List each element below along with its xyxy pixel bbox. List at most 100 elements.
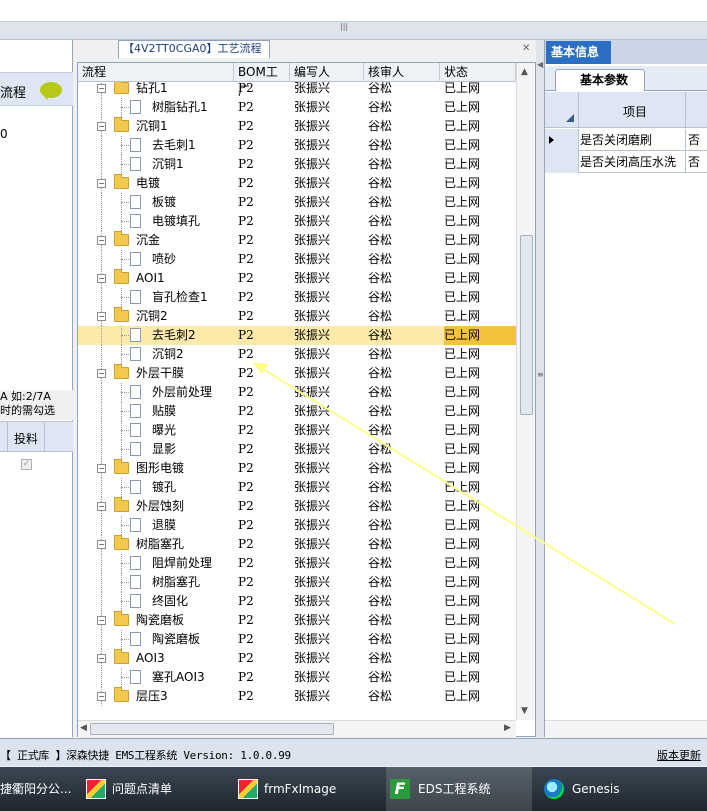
cell-status: 已上网: [444, 252, 481, 266]
table-row[interactable]: − 陶瓷磨板 P2 张振兴 谷松 已上网: [78, 611, 516, 630]
taskbar-item-branch[interactable]: 捷衢阳分公...: [0, 767, 78, 811]
table-row[interactable]: − 外层蚀刻 P2 张振兴 谷松 已上网: [78, 497, 516, 516]
param-key: 是否关闭高压水洗: [580, 151, 686, 173]
cell-status: 已上网: [444, 499, 481, 513]
table-row[interactable]: − AOI3 P2 张振兴 谷松 已上网: [78, 649, 516, 668]
table-row[interactable]: 沉铜2 P2 张振兴 谷松 已上网: [78, 345, 516, 364]
scroll-thumb[interactable]: [520, 235, 533, 415]
table-row[interactable]: 塞孔AOI3 P2 张振兴 谷松 已上网: [78, 668, 516, 687]
folder-icon: [114, 231, 129, 246]
table-row[interactable]: 外层前处理 P2 张振兴 谷松 已上网: [78, 383, 516, 402]
process-name: 外层干膜: [136, 366, 185, 380]
collapse-icon[interactable]: −: [97, 312, 106, 321]
table-row[interactable]: − 电镀 P2 张振兴 谷松 已上网: [78, 174, 516, 193]
table-row[interactable]: − AOI1 P2 张振兴 谷松 已上网: [78, 269, 516, 288]
collapse-icon[interactable]: −: [97, 274, 106, 283]
chat-bubble-icon[interactable]: [40, 82, 62, 100]
table-row[interactable]: 去毛刺2 P2 张振兴 谷松 已上网: [78, 326, 516, 345]
document-icon: [130, 423, 141, 437]
param-row[interactable]: 是否关闭磨刷 否: [545, 129, 707, 151]
process-name: 终固化: [152, 594, 189, 608]
basic-params-tab[interactable]: 基本参数: [555, 69, 645, 91]
table-row[interactable]: 曝光 P2 张振兴 谷松 已上网: [78, 421, 516, 440]
table-row[interactable]: 盲孔检查1 P2 张振兴 谷松 已上网: [78, 288, 516, 307]
right-horizontal-scrollbar[interactable]: [545, 720, 707, 737]
scroll-left-icon[interactable]: ◀: [80, 723, 87, 733]
param-value[interactable]: 否: [686, 151, 700, 173]
left-grid-header-feed[interactable]: 投料: [8, 422, 45, 452]
cell-status: 已上网: [444, 138, 481, 152]
column-header-item[interactable]: 项目: [579, 92, 686, 128]
collapse-icon[interactable]: −: [97, 179, 106, 188]
cell-bom-factory: P2: [238, 537, 254, 551]
table-row[interactable]: 树脂塞孔 P2 张振兴 谷松 已上网: [78, 573, 516, 592]
collapse-icon[interactable]: −: [97, 502, 106, 511]
table-row[interactable]: 显影 P2 张振兴 谷松 已上网: [78, 440, 516, 459]
table-row[interactable]: − 沉金 P2 张振兴 谷松 已上网: [78, 231, 516, 250]
table-row[interactable]: 阻焊前处理 P2 张振兴 谷松 已上网: [78, 554, 516, 573]
tree-line: [101, 440, 102, 459]
collapse-icon[interactable]: −: [97, 654, 106, 663]
tree-line: [101, 592, 102, 611]
table-row[interactable]: − 树脂塞孔 P2 张振兴 谷松 已上网: [78, 535, 516, 554]
basic-info-tab[interactable]: 基本信息: [546, 41, 611, 64]
vertical-splitter[interactable]: ◀ ≡: [536, 40, 544, 737]
taskbar-item-eds[interactable]: F EDS工程系统: [386, 767, 532, 811]
table-row[interactable]: 树脂钻孔1 P2 张振兴 谷松 已上网: [78, 98, 516, 117]
collapse-icon[interactable]: −: [97, 236, 106, 245]
table-row[interactable]: 退膜 P2 张振兴 谷松 已上网: [78, 516, 516, 535]
horizontal-splitter[interactable]: |||: [0, 22, 707, 40]
cell-bom-factory: P2: [238, 404, 254, 418]
document-icon: [130, 632, 141, 646]
table-row[interactable]: 去毛刺1 P2 张振兴 谷松 已上网: [78, 136, 516, 155]
scroll-down-icon[interactable]: ▼: [521, 706, 528, 716]
table-row[interactable]: 喷砂 P2 张振兴 谷松 已上网: [78, 250, 516, 269]
collapse-icon[interactable]: −: [97, 692, 106, 701]
column-header-reviewer[interactable]: 核审人: [364, 63, 440, 82]
basic-info-panel: 基本信息 基本参数 项目 是否关闭磨刷 否 是否关闭高压水洗 否: [544, 40, 707, 737]
process-flow-tab[interactable]: 【4V2TT0CGA0】工艺流程: [118, 40, 270, 58]
document-icon: [130, 328, 141, 342]
table-row[interactable]: − 沉铜2 P2 张振兴 谷松 已上网: [78, 307, 516, 326]
collapse-icon[interactable]: −: [97, 616, 106, 625]
table-row[interactable]: 电镀填孔 P2 张振兴 谷松 已上网: [78, 212, 516, 231]
taskbar-item-issue-list[interactable]: 问题点清单: [82, 767, 228, 811]
close-icon[interactable]: ✕: [522, 43, 530, 54]
collapse-icon[interactable]: −: [97, 540, 106, 549]
table-row[interactable]: − 沉铜1 P2 张振兴 谷松 已上网: [78, 117, 516, 136]
column-header-flow[interactable]: 流程: [78, 63, 234, 82]
table-row[interactable]: − 钻孔1 P2 张振兴 谷松 已上网: [78, 82, 516, 98]
column-header-bom[interactable]: BOM工厂: [234, 63, 290, 98]
collapse-icon[interactable]: −: [97, 369, 106, 378]
cell-writer: 张振兴: [294, 119, 331, 133]
taskbar-item-genesis[interactable]: Genesis: [540, 767, 686, 811]
table-row[interactable]: 镀孔 P2 张振兴 谷松 已上网: [78, 478, 516, 497]
table-row[interactable]: 终固化 P2 张振兴 谷松 已上网: [78, 592, 516, 611]
column-header-status[interactable]: 状态: [440, 63, 516, 82]
table-row[interactable]: − 图形电镀 P2 张振兴 谷松 已上网: [78, 459, 516, 478]
table-row[interactable]: − 层压3 P2 张振兴 谷松 已上网: [78, 687, 516, 706]
param-value[interactable]: 否: [686, 129, 700, 151]
vertical-scrollbar[interactable]: ▲ ▼: [516, 63, 535, 720]
cell-status: 已上网: [444, 632, 481, 646]
collapse-icon[interactable]: −: [97, 84, 106, 93]
table-row[interactable]: 板镀 P2 张振兴 谷松 已上网: [78, 193, 516, 212]
table-row[interactable]: 陶瓷磨板 P2 张振兴 谷松 已上网: [78, 630, 516, 649]
column-header-writer[interactable]: 编写人: [290, 63, 364, 82]
column-header-value[interactable]: [686, 92, 707, 128]
taskbar-item-frmfximage[interactable]: frmFxImage: [234, 767, 380, 811]
cell-reviewer: 谷松: [368, 100, 393, 114]
horizontal-scrollbar[interactable]: ◀ ▶: [78, 720, 516, 737]
collapse-icon[interactable]: −: [97, 464, 106, 473]
feed-checkbox[interactable]: ✓: [21, 459, 32, 470]
version-update-link[interactable]: 版本更新: [657, 747, 701, 763]
table-row[interactable]: − 外层干膜 P2 张振兴 谷松 已上网: [78, 364, 516, 383]
table-row[interactable]: 贴膜 P2 张振兴 谷松 已上网: [78, 402, 516, 421]
cell-status: 已上网: [444, 518, 481, 532]
param-row[interactable]: 是否关闭高压水洗 否: [545, 151, 707, 173]
collapse-icon[interactable]: −: [97, 122, 106, 131]
scroll-up-icon[interactable]: ▲: [521, 67, 528, 77]
scroll-right-icon[interactable]: ▶: [504, 723, 511, 733]
hscroll-thumb[interactable]: [90, 723, 334, 735]
table-row[interactable]: 沉铜1 P2 张振兴 谷松 已上网: [78, 155, 516, 174]
